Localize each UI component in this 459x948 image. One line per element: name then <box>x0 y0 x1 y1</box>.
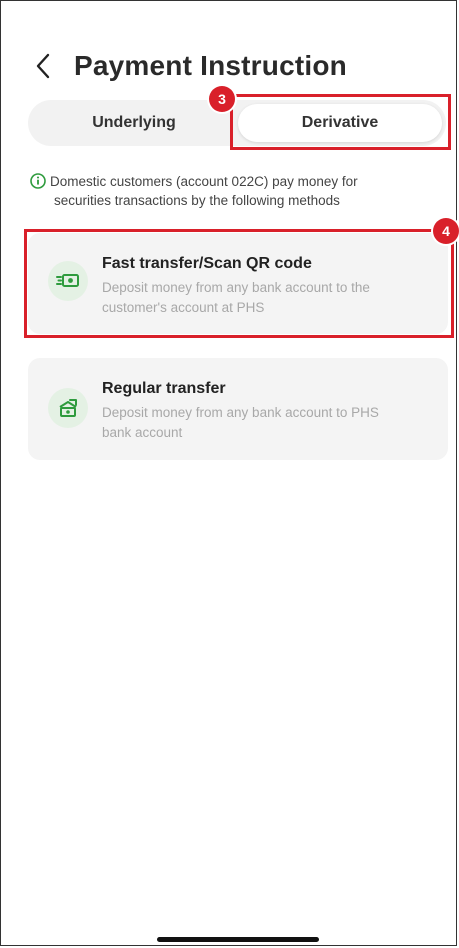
bank-transfer-icon <box>48 388 88 428</box>
method-title: Regular transfer <box>102 380 226 397</box>
method-description-line2: bank account <box>102 425 183 440</box>
info-icon <box>30 173 46 189</box>
page-title: Payment Instruction <box>74 50 347 81</box>
header: Payment Instruction <box>30 46 347 86</box>
chevron-left-icon <box>36 53 50 79</box>
method-card-regular-transfer[interactable]: Regular transfer Deposit money from any … <box>28 358 448 460</box>
highlight-box-fast-transfer <box>24 229 454 338</box>
home-indicator[interactable] <box>157 937 319 942</box>
step-badge-3: 3 <box>209 86 235 112</box>
back-button[interactable] <box>30 46 56 86</box>
tab-underlying[interactable]: Underlying <box>34 104 234 142</box>
info-text-line1: Domestic customers (account 022C) pay mo… <box>50 174 358 189</box>
method-description-line1: Deposit money from any bank account to P… <box>102 405 379 420</box>
method-description: Deposit money from any bank account to P… <box>102 403 432 443</box>
step-badge-4: 4 <box>433 218 459 244</box>
info-message: Domestic customers (account 022C) pay mo… <box>30 172 430 210</box>
highlight-box-derivative-tab <box>230 94 451 150</box>
info-text-line2: securities transactions by the following… <box>54 193 340 208</box>
